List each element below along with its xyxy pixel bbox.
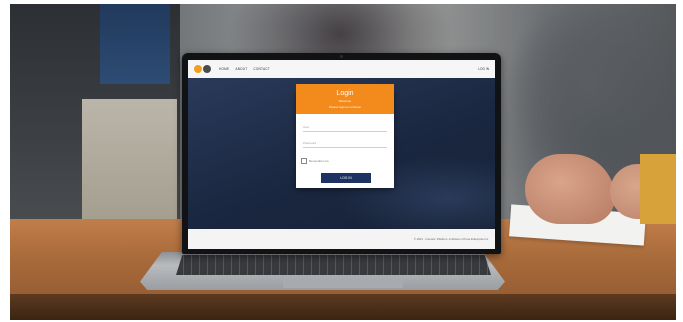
laptop-keyboard	[176, 255, 491, 275]
login-card: Login Welcome Please login to continue R…	[296, 84, 394, 188]
logo-orange-icon	[194, 65, 202, 73]
header-login-link[interactable]: LOG IN	[478, 67, 489, 71]
login-subtitle-2: Please login to continue	[329, 105, 361, 109]
webcam-icon	[340, 55, 343, 58]
laptop-screen: HOME ABOUT CONTACT LOG IN Login Welcome …	[188, 60, 495, 249]
login-card-header: Login Welcome Please login to continue	[296, 84, 394, 114]
logo-dark-icon	[203, 65, 211, 73]
site-logo[interactable]	[194, 65, 211, 73]
desk-shadow	[10, 294, 676, 320]
yellow-sleeve	[640, 154, 676, 224]
nav-about[interactable]: ABOUT	[235, 67, 247, 71]
login-button[interactable]: LOG IN	[321, 173, 371, 183]
nav-home[interactable]: HOME	[219, 67, 229, 71]
user-input[interactable]	[303, 122, 387, 132]
site-nav: HOME ABOUT CONTACT	[219, 67, 270, 71]
site-body: Login Welcome Please login to continue R…	[188, 78, 495, 229]
site-header: HOME ABOUT CONTACT LOG IN	[188, 60, 495, 78]
login-title: Login	[336, 90, 354, 97]
site-footer: © 2021 · Inventor. Platform. A division …	[188, 229, 495, 249]
login-subtitle-1: Welcome	[338, 99, 352, 103]
office-window	[100, 4, 170, 84]
cabinet	[82, 99, 177, 224]
footer-copyright: © 2021 · Inventor. Platform. A division …	[413, 237, 489, 241]
remember-checkbox[interactable]	[301, 158, 307, 164]
password-input[interactable]	[303, 138, 387, 148]
nav-contact[interactable]: CONTACT	[253, 67, 270, 71]
laptop-trackpad	[283, 278, 403, 288]
remember-me[interactable]: Remember me	[301, 158, 329, 164]
laptop-lid: HOME ABOUT CONTACT LOG IN Login Welcome …	[182, 53, 501, 254]
remember-label: Remember me	[309, 159, 329, 163]
